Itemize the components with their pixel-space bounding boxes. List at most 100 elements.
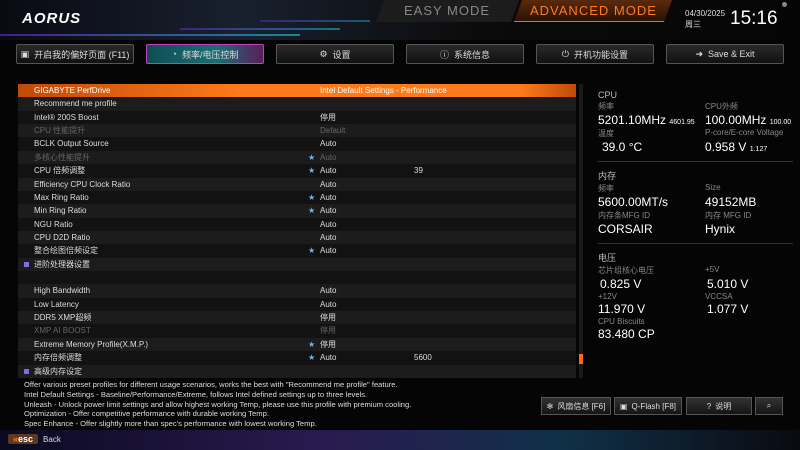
setting-value[interactable]: Auto bbox=[320, 178, 336, 191]
setting-row[interactable]: Max Ring Ratio ★ Auto bbox=[18, 190, 576, 205]
submenu-icon bbox=[24, 368, 29, 374]
setting-row[interactable]: Efficiency CPU Clock Ratio Auto bbox=[18, 177, 576, 191]
vccsa-value: 1.077 V bbox=[707, 302, 749, 316]
vccsa-label: VCCSA bbox=[705, 292, 733, 301]
setting-row[interactable]: CPU 倍频调整 ★ Auto 39 bbox=[18, 164, 576, 178]
scrollbar-thumb[interactable] bbox=[579, 353, 583, 364]
setting-row[interactable]: 内存倍频调整 ★ Auto 5600 bbox=[18, 351, 576, 365]
esc-key: «esc bbox=[8, 434, 39, 444]
setting-row[interactable]: XMP AI BOOST 停用 bbox=[18, 324, 576, 338]
cpu-voltage-value: 0.958 V 1.127 bbox=[705, 140, 768, 154]
memory-mfg-label: 内存条MFG ID bbox=[598, 211, 650, 220]
easy-mode-button[interactable]: EASY MODE bbox=[375, 0, 520, 22]
setting-name: Recommend me profile bbox=[34, 99, 117, 109]
setting-name: CPU 倍频调整 bbox=[34, 166, 86, 176]
qflash-button[interactable]: ▣ Q-Flash [F8] bbox=[614, 397, 682, 415]
setting-name: CPU D2D Ratio bbox=[34, 232, 91, 242]
setting-value[interactable]: Auto bbox=[320, 137, 336, 150]
memory-section-title: 内存 bbox=[598, 171, 617, 181]
favorite-icon: ▣ bbox=[20, 48, 30, 59]
setting-row[interactable]: DDR5 XMP超频 停用 bbox=[18, 311, 576, 325]
memory-freq-value: 5600.00MT/s bbox=[598, 195, 669, 209]
setting-name: Extreme Memory Profile(X.M.P.) bbox=[34, 339, 149, 349]
setting-value[interactable]: 停用 bbox=[320, 338, 336, 351]
search-icon: ⌕ bbox=[766, 401, 772, 410]
setting-value[interactable]: Auto bbox=[320, 164, 336, 177]
setting-row[interactable]: NGU Ratio Auto bbox=[18, 217, 576, 231]
setting-row[interactable]: High Bandwidth Auto bbox=[18, 284, 576, 298]
setting-row[interactable]: CPU 性能提升 Default bbox=[18, 124, 576, 138]
tab-boot[interactable]: ⏻ 开机功能设置 bbox=[536, 44, 654, 64]
tab-system-info[interactable]: ⓘ 系统信息 bbox=[406, 44, 524, 64]
setting-row[interactable]: BCLK Output Source Auto bbox=[18, 137, 576, 151]
tab-save-exit[interactable]: ➜ Save & Exit bbox=[666, 44, 784, 64]
esc-back-button[interactable]: «esc Back bbox=[8, 433, 61, 445]
fan-info-button[interactable]: ✻ 风扇信息 [F6] bbox=[541, 397, 611, 415]
help-button[interactable]: ? 说明 bbox=[686, 397, 752, 415]
setting-name: Max Ring Ratio bbox=[34, 192, 89, 202]
setting-value[interactable]: Auto bbox=[320, 151, 336, 164]
tab-label: 频率/电压控制 bbox=[181, 49, 239, 60]
cpu-bclk-label: CPU外频 bbox=[705, 102, 738, 111]
tab-tweaker[interactable]: ◔ 频率/电压控制 bbox=[146, 44, 264, 64]
setting-value[interactable]: Default bbox=[320, 124, 345, 137]
cpu-freq-label: 频率 bbox=[598, 102, 614, 111]
cpu-biscuits-label: CPU Biscuits bbox=[598, 317, 645, 326]
exit-icon: ➜ bbox=[695, 48, 703, 59]
tab-favorites[interactable]: ▣ 开启我的偏好页面 (F11) bbox=[16, 44, 134, 64]
setting-row[interactable]: CPU D2D Ratio Auto bbox=[18, 230, 576, 245]
setting-name: XMP AI BOOST bbox=[34, 326, 91, 336]
setting-value[interactable]: Auto bbox=[320, 204, 336, 217]
tab-settings[interactable]: ⚙ 设置 bbox=[276, 44, 394, 64]
setting-value[interactable]: 停用 bbox=[320, 111, 336, 124]
cpu-section-title: CPU bbox=[598, 90, 618, 100]
aorus-logo: AORUS bbox=[22, 10, 82, 27]
question-icon: ? bbox=[706, 401, 712, 411]
setting-value[interactable]: Auto bbox=[320, 298, 336, 311]
setting-value[interactable]: Auto bbox=[320, 284, 336, 297]
setting-row[interactable]: Low Latency Auto bbox=[18, 297, 576, 312]
setting-value[interactable]: 停用 bbox=[320, 324, 336, 337]
submenu-item[interactable]: 进阶处理器设置 bbox=[18, 257, 576, 272]
setting-name: 高级内存设定 bbox=[34, 366, 82, 376]
setting-name: 进阶处理器设置 bbox=[34, 259, 90, 269]
tab-label: 开启我的偏好页面 (F11) bbox=[34, 49, 130, 60]
advanced-mode-label: ADVANCED MODE bbox=[529, 3, 657, 18]
memory-size-value: 49152MB bbox=[705, 195, 757, 209]
scrollbar[interactable] bbox=[579, 84, 583, 378]
help-line: Spec Enhance - Offer slightly more than … bbox=[24, 419, 317, 429]
date-display: 04/30/2025 周三 bbox=[685, 8, 725, 30]
setting-value[interactable]: Auto bbox=[320, 218, 336, 231]
chipset-voltage-label: 芯片组核心电压 bbox=[598, 266, 654, 275]
setting-value[interactable]: Auto bbox=[320, 351, 336, 364]
setting-name: Intel® 200S Boost bbox=[34, 112, 99, 122]
setting-value[interactable]: Auto bbox=[320, 231, 336, 244]
setting-row[interactable]: Extreme Memory Profile(X.M.P.) ★ 停用 bbox=[18, 337, 576, 352]
setting-current-value: 5600 bbox=[414, 353, 432, 363]
setting-row[interactable]: GIGABYTE PerfDrive Intel Default Settings… bbox=[18, 84, 576, 98]
setting-row[interactable]: 多核心性能提升 ★ Auto bbox=[18, 150, 576, 165]
setting-value[interactable]: 停用 bbox=[320, 311, 336, 324]
gear-icon: ⚙ bbox=[319, 48, 328, 59]
search-button[interactable]: ⌕ bbox=[755, 397, 783, 415]
help-label: 说明 bbox=[715, 401, 732, 411]
star-icon: ★ bbox=[308, 152, 316, 162]
setting-row[interactable]: Intel® 200S Boost 停用 bbox=[18, 110, 576, 125]
star-icon: ★ bbox=[308, 339, 316, 349]
setting-name: Efficiency CPU Clock Ratio bbox=[34, 179, 131, 189]
help-line: Offer various preset profiles for differ… bbox=[24, 380, 398, 389]
setting-row[interactable] bbox=[18, 271, 576, 285]
setting-row[interactable]: 整合绘图倍频设定 ★ Auto bbox=[18, 244, 576, 258]
setting-row[interactable]: Min Ring Ratio ★ Auto bbox=[18, 204, 576, 218]
info-icon: ⓘ bbox=[439, 49, 449, 60]
setting-value[interactable]: Auto bbox=[320, 191, 336, 204]
submenu-item[interactable]: 高级内存设定 bbox=[18, 364, 576, 378]
memory-mfg-value: CORSAIR bbox=[598, 222, 653, 236]
setting-name: Low Latency bbox=[34, 299, 79, 309]
help-line: Optimization - Offer competitive perform… bbox=[24, 409, 269, 419]
setting-value[interactable]: Auto bbox=[320, 244, 336, 257]
advanced-mode-button[interactable]: ADVANCED MODE bbox=[513, 0, 673, 22]
setting-row[interactable]: Recommend me profile bbox=[18, 97, 576, 111]
star-icon: ★ bbox=[308, 353, 316, 363]
setting-value[interactable]: Intel Default Settings - Performance bbox=[320, 84, 447, 97]
